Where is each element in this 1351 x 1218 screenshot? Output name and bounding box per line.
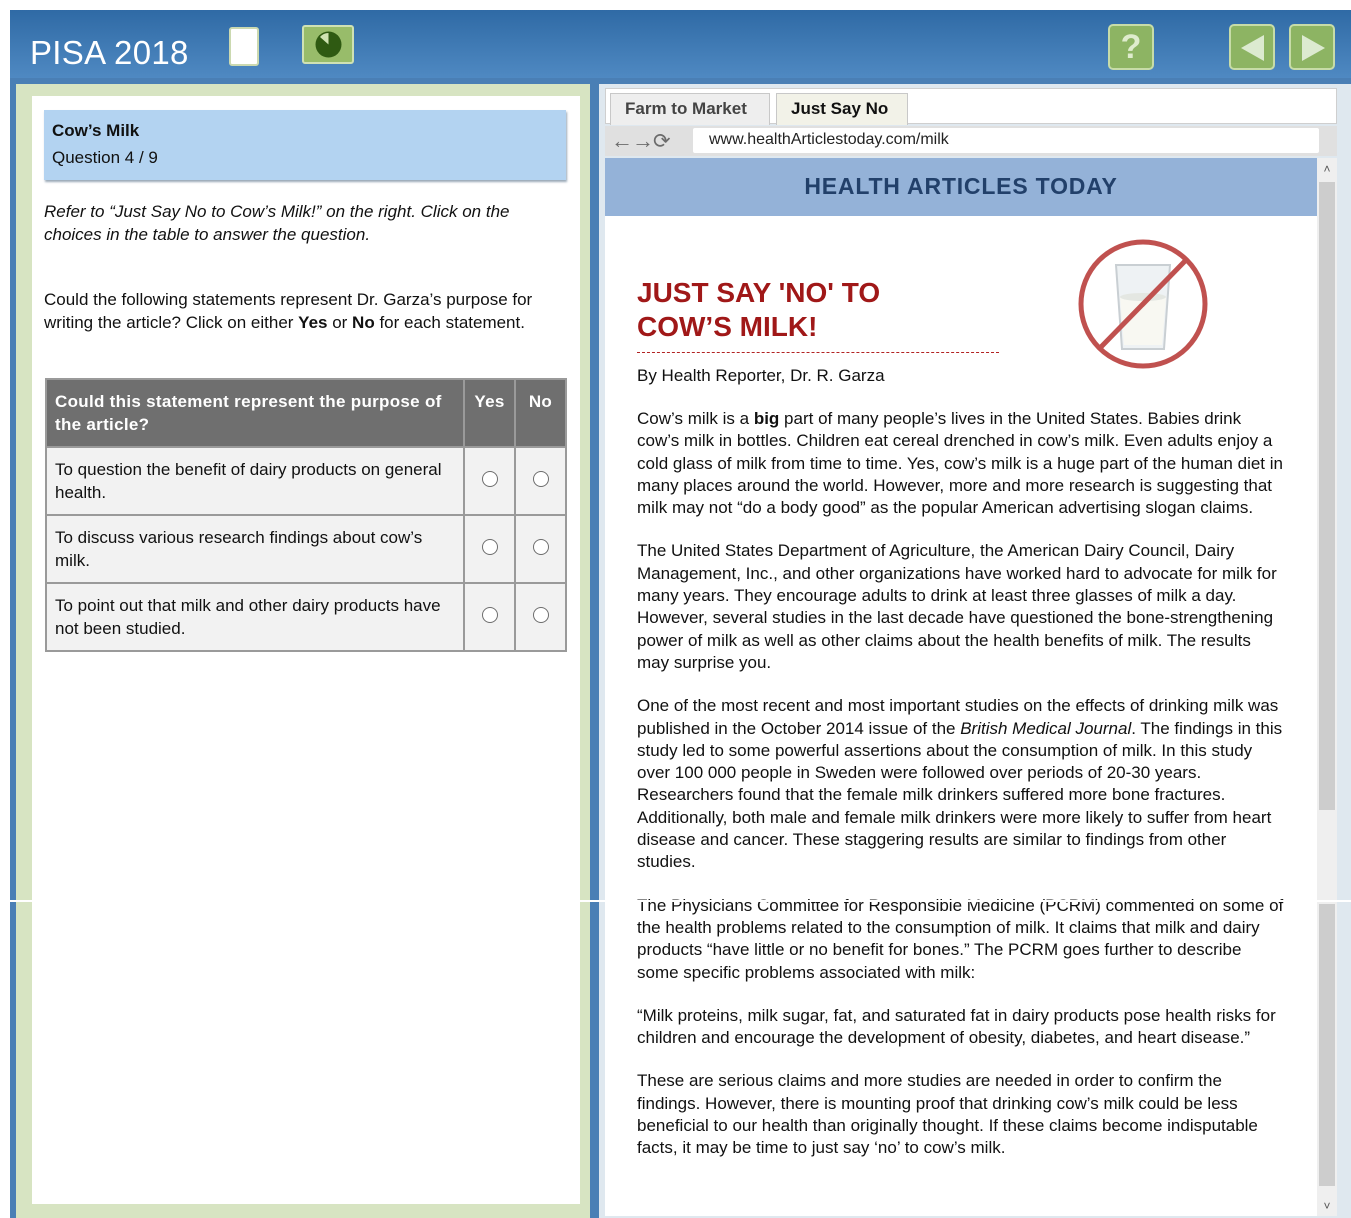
headline-line-1: JUST SAY 'NO' TO <box>637 277 881 308</box>
address-bar: ←→⟳ www.healthArticlestoday.com/milk <box>605 126 1337 156</box>
scroll-thumb[interactable] <box>1319 904 1335 1186</box>
question-instruction: Refer to “Just Say No to Cow’s Milk!” on… <box>44 202 510 244</box>
back-icon[interactable]: ← <box>611 128 633 153</box>
back-arrow-icon <box>1241 35 1264 61</box>
browser-tabs: Farm to Market Just Say No <box>605 88 1337 125</box>
paragraph: “Milk proteins, milk sugar, fat, and sat… <box>637 1005 1276 1048</box>
table-row: To discuss various research findings abo… <box>45 514 567 584</box>
url-field: www.healthArticlestoday.com/milk <box>693 128 1319 153</box>
question-number: Question 4 / 9 <box>52 148 158 167</box>
no-radio[interactable] <box>532 470 549 487</box>
paragraph: The United States Department of Agricult… <box>637 541 1277 672</box>
answer-table: Could this statement represent the purpo… <box>45 378 567 652</box>
top-toolbar: PISA 2018 ? <box>10 10 1351 78</box>
scroll-thumb[interactable] <box>1319 182 1335 810</box>
browser-nav: ←→⟳ <box>611 128 671 154</box>
timer-icon[interactable] <box>302 25 354 64</box>
paragraph: These are serious claims and more studie… <box>637 1071 1258 1158</box>
question-pane: Cow’s Milk Question 4 / 9 Refer to “Just… <box>16 84 590 1218</box>
question-panel: Cow’s Milk Question 4 / 9 Refer to “Just… <box>32 96 580 1204</box>
statement-text: To discuss various research findings abo… <box>45 514 465 584</box>
article-headline: JUST SAY 'NO' TO COW’S MILK! <box>637 276 997 344</box>
app-title: PISA 2018 <box>30 34 189 71</box>
headline-line-2: COW’S MILK! <box>637 311 818 342</box>
web-page: HEALTH ARTICLES TODAY JUST SAY 'NO' TO C… <box>605 158 1337 1216</box>
no-cell[interactable] <box>514 582 567 652</box>
help-button[interactable]: ? <box>1108 24 1154 70</box>
document-icon[interactable] <box>229 27 259 66</box>
prompt-yes: Yes <box>298 313 328 332</box>
question-header: Cow’s Milk Question 4 / 9 <box>44 110 566 180</box>
refresh-icon[interactable]: ⟳ <box>653 130 671 153</box>
next-button[interactable] <box>1289 24 1335 70</box>
text: Cow’s milk is a <box>637 409 754 428</box>
prompt-text: for each statement. <box>374 313 525 332</box>
statement-text: To point out that milk and other dairy p… <box>45 582 465 652</box>
scroll-up-icon[interactable]: ˄ <box>1317 158 1337 178</box>
text-bold: big <box>753 409 780 428</box>
statement-text: To question the benefit of dairy product… <box>45 446 465 516</box>
table-row: To question the benefit of dairy product… <box>45 446 567 516</box>
scrollbar[interactable]: ˄ ˅ <box>1317 158 1337 1216</box>
no-column-header: No <box>514 378 567 448</box>
table-row: To point out that milk and other dairy p… <box>45 582 567 652</box>
yes-cell[interactable] <box>463 514 516 584</box>
text: . The findings in this study led to some… <box>637 718 1283 872</box>
paragraph: The Physicians Committee for Responsible… <box>637 895 1284 982</box>
yes-column-header: Yes <box>463 378 516 448</box>
table-header-row: Could this statement represent the purpo… <box>45 378 567 448</box>
clock-icon <box>315 31 342 58</box>
stimulus-pane: Farm to Market Just Say No ←→⟳ www.healt… <box>599 84 1351 1218</box>
prompt-no: No <box>352 313 375 332</box>
tab-just-say-no[interactable]: Just Say No <box>776 93 908 125</box>
scroll-down-icon[interactable]: ˅ <box>1317 1196 1337 1216</box>
paragraph: Cow’s milk is a big part of many people’… <box>637 408 1287 519</box>
question-title: Cow’s Milk <box>52 121 140 140</box>
forward-arrow-icon <box>1302 35 1325 61</box>
table-header: Could this statement represent the purpo… <box>45 378 465 448</box>
yes-radio[interactable] <box>481 606 498 623</box>
forward-icon[interactable]: → <box>632 128 654 153</box>
screenshot-seam <box>0 900 1351 902</box>
site-banner: HEALTH ARTICLES TODAY <box>605 158 1317 216</box>
article-byline: By Health Reporter, Dr. R. Garza <box>637 366 885 385</box>
question-prompt: Could the following statements represent… <box>44 288 564 334</box>
yes-radio[interactable] <box>481 538 498 555</box>
yes-radio[interactable] <box>481 470 498 487</box>
yes-cell[interactable] <box>463 582 516 652</box>
no-milk-icon <box>1078 239 1208 369</box>
paragraph: One of the most recent and most importan… <box>637 695 1287 873</box>
prompt-text: or <box>327 313 353 332</box>
yes-cell[interactable] <box>463 446 516 516</box>
journal-title: British Medical Journal <box>960 718 1132 738</box>
no-cell[interactable] <box>514 446 567 516</box>
no-radio[interactable] <box>532 606 549 623</box>
article-body: Cow’s milk is a big part of many people’… <box>637 408 1287 1181</box>
no-cell[interactable] <box>514 514 567 584</box>
no-radio[interactable] <box>532 538 549 555</box>
app-window: PISA 2018 ? Cow’s Milk Question 4 / 9 Re… <box>10 10 1351 1218</box>
back-button[interactable] <box>1229 24 1275 70</box>
help-icon: ? <box>1120 28 1142 66</box>
tab-farm-to-market[interactable]: Farm to Market <box>610 93 770 125</box>
headline-divider <box>637 352 999 353</box>
